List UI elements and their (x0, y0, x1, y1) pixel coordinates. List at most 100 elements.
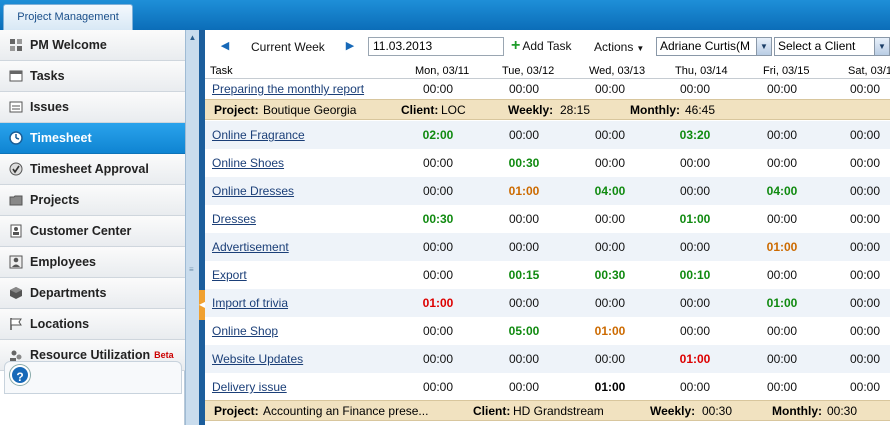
time-cell[interactable]: 00:00 (762, 82, 802, 96)
task-link[interactable]: Import of trivia (212, 296, 288, 310)
column-header-task[interactable]: Task (210, 65, 233, 77)
time-cell[interactable]: 00:00 (418, 352, 458, 366)
time-cell[interactable]: 00:00 (590, 212, 630, 226)
time-cell[interactable]: 00:00 (762, 212, 802, 226)
time-cell[interactable]: 03:20 (675, 128, 715, 142)
sidebar-item-employees[interactable]: Employees (0, 247, 185, 278)
column-header-day[interactable]: Thu, 03/14 (675, 65, 728, 77)
time-cell[interactable]: 00:00 (504, 128, 544, 142)
time-cell[interactable]: 01:00 (675, 352, 715, 366)
time-cell[interactable]: 00:00 (418, 240, 458, 254)
time-cell[interactable]: 00:30 (590, 268, 630, 282)
sidebar-item-customer-center[interactable]: Customer Center (0, 216, 185, 247)
sidebar-item-projects[interactable]: Projects (0, 185, 185, 216)
time-cell[interactable]: 00:00 (590, 128, 630, 142)
chevron-down-icon[interactable]: ▼ (874, 38, 889, 55)
task-link[interactable]: Export (212, 268, 247, 282)
time-cell[interactable]: 00:00 (675, 156, 715, 170)
column-header-day[interactable]: Sat, 03/16 (848, 65, 890, 77)
time-cell[interactable]: 00:00 (418, 184, 458, 198)
column-header-day[interactable]: Fri, 03/15 (763, 65, 809, 77)
task-link[interactable]: Online Shop (212, 324, 278, 338)
sidebar-scrollbar[interactable]: ▲ ≡ (185, 30, 199, 425)
scroll-up-icon[interactable]: ▲ (187, 32, 198, 43)
time-cell[interactable]: 00:15 (504, 268, 544, 282)
time-cell[interactable]: 04:00 (590, 184, 630, 198)
time-cell[interactable]: 00:00 (504, 212, 544, 226)
sidebar-item-pm-welcome[interactable]: PM Welcome (0, 30, 185, 61)
time-cell[interactable]: 00:00 (418, 324, 458, 338)
task-link[interactable]: Online Dresses (212, 184, 294, 198)
column-header-day[interactable]: Mon, 03/11 (415, 65, 469, 77)
time-cell[interactable]: 01:00 (675, 212, 715, 226)
column-header-day[interactable]: Wed, 03/13 (589, 65, 645, 77)
time-cell[interactable]: 00:00 (845, 380, 885, 394)
time-cell[interactable]: 01:00 (762, 240, 802, 254)
employee-select[interactable]: Adriane Curtis(M ▼ (656, 37, 772, 56)
time-cell[interactable]: 00:30 (418, 212, 458, 226)
time-cell[interactable]: 01:00 (762, 296, 802, 310)
actions-menu-button[interactable]: Actions ▼ (594, 40, 644, 54)
task-link[interactable]: Website Updates (212, 352, 303, 366)
time-cell[interactable]: 00:00 (418, 156, 458, 170)
time-cell[interactable]: 00:00 (504, 296, 544, 310)
time-cell[interactable]: 00:00 (762, 268, 802, 282)
sidebar-item-tasks[interactable]: Tasks (0, 61, 185, 92)
time-cell[interactable]: 00:00 (845, 240, 885, 254)
time-cell[interactable]: 00:00 (762, 156, 802, 170)
time-cell[interactable]: 00:00 (675, 82, 715, 96)
time-cell[interactable]: 00:00 (675, 296, 715, 310)
sidebar-item-timesheet[interactable]: Timesheet (0, 123, 185, 154)
time-cell[interactable]: 00:00 (845, 268, 885, 282)
time-cell[interactable]: 00:00 (845, 156, 885, 170)
time-cell[interactable]: 00:00 (762, 128, 802, 142)
task-link[interactable]: Online Shoes (212, 156, 284, 170)
task-link[interactable]: Preparing the monthly report (212, 82, 364, 96)
add-task-button[interactable]: + Add Task (511, 38, 572, 54)
time-cell[interactable]: 00:00 (504, 82, 544, 96)
time-cell[interactable]: 00:00 (418, 82, 458, 96)
time-cell[interactable]: 00:00 (675, 184, 715, 198)
time-cell[interactable]: 00:00 (418, 268, 458, 282)
time-cell[interactable]: 00:00 (590, 156, 630, 170)
sidebar-item-departments[interactable]: Departments (0, 278, 185, 309)
tab-project-management[interactable]: Project Management (3, 4, 133, 30)
task-link[interactable]: Delivery issue (212, 380, 287, 394)
client-select[interactable]: Select a Client ▼ (774, 37, 890, 56)
current-week-button[interactable]: Current Week (251, 40, 325, 54)
time-cell[interactable]: 00:30 (504, 156, 544, 170)
time-cell[interactable]: 01:00 (590, 380, 630, 394)
time-cell[interactable]: 04:00 (762, 184, 802, 198)
time-cell[interactable]: 00:00 (590, 82, 630, 96)
next-week-icon[interactable]: ▶ (344, 40, 356, 52)
time-cell[interactable]: 00:00 (762, 352, 802, 366)
time-cell[interactable]: 00:00 (590, 296, 630, 310)
time-cell[interactable]: 00:00 (845, 296, 885, 310)
time-cell[interactable]: 00:00 (675, 380, 715, 394)
time-cell[interactable]: 00:00 (675, 324, 715, 338)
time-cell[interactable]: 00:00 (504, 240, 544, 254)
time-cell[interactable]: 00:00 (504, 352, 544, 366)
time-cell[interactable]: 00:00 (845, 128, 885, 142)
time-cell[interactable]: 00:00 (418, 380, 458, 394)
time-cell[interactable]: 02:00 (418, 128, 458, 142)
time-cell[interactable]: 00:00 (675, 240, 715, 254)
sidebar-item-timesheet-approval[interactable]: Timesheet Approval (0, 154, 185, 185)
chevron-down-icon[interactable]: ▼ (756, 38, 771, 55)
sidebar-item-issues[interactable]: Issues (0, 92, 185, 123)
time-cell[interactable]: 00:00 (845, 324, 885, 338)
time-cell[interactable]: 00:00 (762, 324, 802, 338)
help-icon[interactable]: ? (10, 365, 30, 385)
time-cell[interactable]: 00:00 (845, 212, 885, 226)
column-header-day[interactable]: Tue, 03/12 (502, 65, 554, 77)
time-cell[interactable]: 00:00 (845, 352, 885, 366)
time-cell[interactable]: 01:00 (418, 296, 458, 310)
time-cell[interactable]: 05:00 (504, 324, 544, 338)
task-link[interactable]: Advertisement (212, 240, 289, 254)
task-link[interactable]: Online Fragrance (212, 128, 305, 142)
time-cell[interactable]: 00:00 (845, 184, 885, 198)
time-cell[interactable]: 01:00 (590, 324, 630, 338)
previous-week-icon[interactable]: ◀ (219, 40, 231, 52)
time-cell[interactable]: 01:00 (504, 184, 544, 198)
time-cell[interactable]: 00:10 (675, 268, 715, 282)
